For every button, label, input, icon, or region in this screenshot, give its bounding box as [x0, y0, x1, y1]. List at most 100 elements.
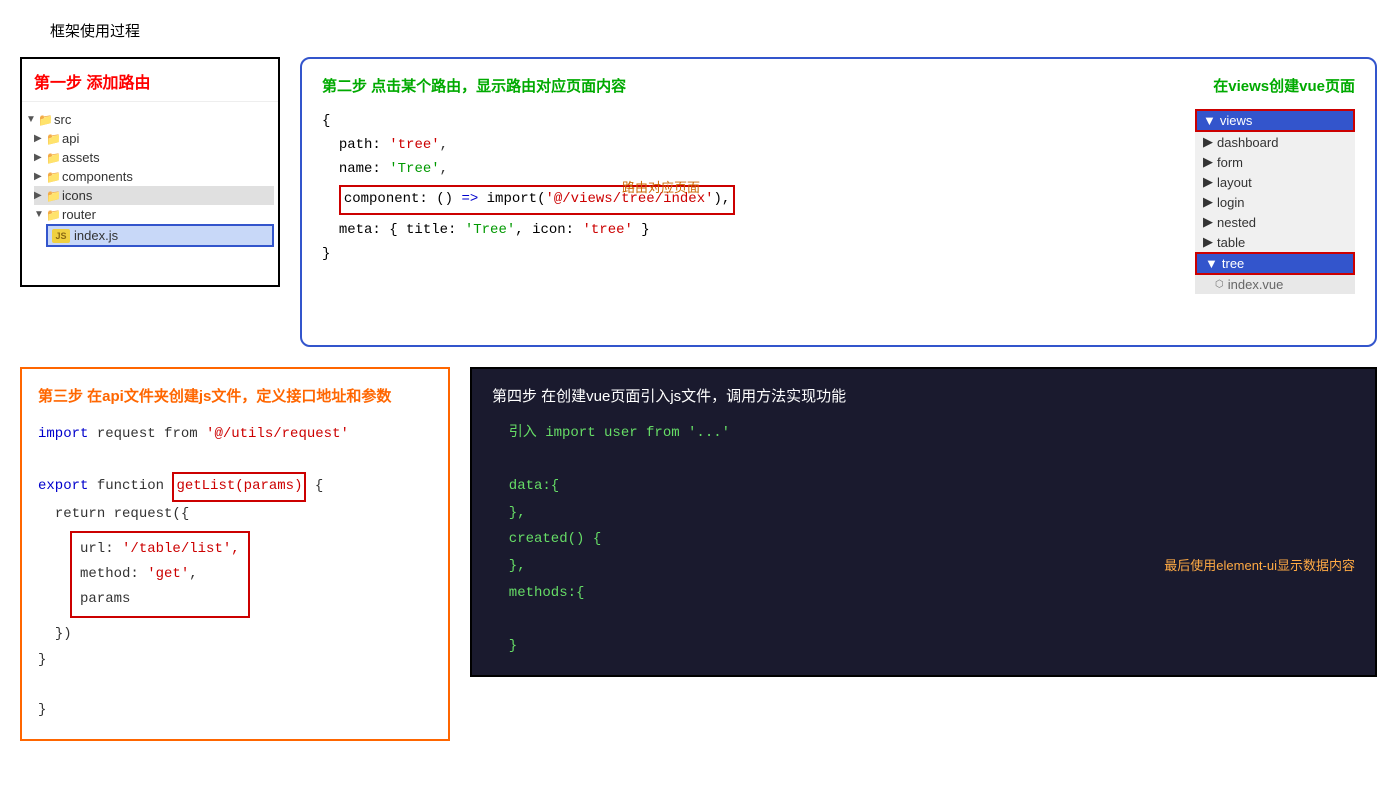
views-item-table[interactable]: ▶ table	[1195, 232, 1355, 252]
s4-methods-close: }	[492, 638, 517, 654]
s3-import-line: import request from '@/utils/request'	[38, 422, 432, 447]
form-arrow: ▶	[1203, 154, 1213, 170]
vue-icon: ⬡	[1215, 279, 1224, 290]
form-label: form	[1217, 155, 1243, 170]
s4-data-close: },	[492, 505, 526, 521]
views-item-form[interactable]: ▶ form	[1195, 152, 1355, 172]
step2-annotation: 路由对应页面	[622, 177, 735, 202]
views-item-layout[interactable]: ▶ layout	[1195, 172, 1355, 192]
method-line: method: 'get',	[80, 562, 240, 587]
table-arrow: ▶	[1203, 234, 1213, 250]
views-item-login[interactable]: ▶ login	[1195, 192, 1355, 212]
s4-line-methods-close: }	[492, 633, 1355, 660]
step1-box: 第一步 添加路由 ▼ 📁 src ▶ 📁 api ▶ 📁	[20, 57, 280, 287]
s4-import-text: 引入 import user from '...'	[492, 425, 730, 441]
tree-item-components[interactable]: ▶ 📁 components	[34, 167, 274, 186]
step4-box: 第四步 在创建vue页面引入js文件，调用方法实现功能 引入 import us…	[470, 367, 1377, 677]
views-arrow-icon: ▼	[1203, 113, 1216, 128]
dashboard-arrow: ▶	[1203, 134, 1213, 150]
folder-router-icon: 📁	[46, 208, 62, 222]
step3-box: 第三步 在api文件夹创建js文件，定义接口地址和参数 import reque…	[20, 367, 450, 741]
page-title: 框架使用过程	[50, 20, 1377, 41]
arrow-components: ▶	[34, 171, 46, 182]
tree-item-assets[interactable]: ▶ 📁 assets	[34, 148, 274, 167]
folder-api-icon: 📁	[46, 132, 62, 146]
layout-arrow: ▶	[1203, 174, 1213, 190]
s3-close1: })	[38, 622, 432, 647]
params-line: params	[80, 587, 240, 612]
code-line-path: path: 'tree',	[322, 134, 735, 158]
file-tree: ▼ 📁 src ▶ 📁 api ▶ 📁 assets	[22, 102, 278, 255]
nested-label: nested	[1217, 215, 1256, 230]
tree-item-icons[interactable]: ▶ 📁 icons	[34, 186, 274, 205]
tree-item-router[interactable]: ▼ 📁 router	[34, 205, 274, 224]
views-item-dashboard[interactable]: ▶ dashboard	[1195, 132, 1355, 152]
table-label: table	[1217, 235, 1245, 250]
tree-item-src[interactable]: ▼ 📁 src	[26, 110, 274, 129]
js-file-icon: JS	[52, 229, 70, 243]
func-highlight: getList(params)	[172, 472, 306, 501]
s4-created-text: created() {	[492, 531, 601, 547]
step3-title: 第三步 在api文件夹创建js文件，定义接口地址和参数	[38, 385, 432, 406]
login-arrow: ▶	[1203, 194, 1213, 210]
s4-line-import: 引入 import user from '...'	[492, 420, 1355, 447]
api-label: api	[62, 131, 79, 146]
url-block-content: url: '/table/list', method: 'get', param…	[70, 531, 250, 619]
step2-header: 第二步 点击某个路由，显示路由对应页面内容 在views创建vue页面	[322, 75, 1355, 96]
views-item-tree[interactable]: ▼ tree	[1195, 252, 1355, 275]
tree-label-views: tree	[1222, 256, 1244, 271]
s3-url-block: url: '/table/list', method: 'get', param…	[54, 531, 432, 619]
annotation-text: 路由对应页面	[622, 180, 700, 195]
s4-data-text: data:{	[492, 478, 559, 494]
step4-title: 第四步 在创建vue页面引入js文件，调用方法实现功能	[492, 385, 1355, 406]
views-item-indexvue[interactable]: ⬡ index.vue	[1195, 275, 1355, 294]
step4-code: 引入 import user from '...' data:{ }, crea…	[492, 420, 1355, 659]
url-path: table/list	[139, 541, 223, 557]
s4-annotation: 最后使用element-ui显示数据内容	[1164, 554, 1355, 579]
arrow-icons: ▶	[34, 190, 46, 201]
views-item-nested[interactable]: ▶ nested	[1195, 212, 1355, 232]
s3-return-line: return request({	[38, 502, 432, 527]
folder-src-icon: 📁	[38, 113, 54, 127]
s4-line-methods: methods:{	[492, 580, 1355, 607]
s4-line-data-close: },	[492, 500, 1355, 527]
folder-assets-icon: 📁	[46, 151, 62, 165]
views-folder[interactable]: ▼ views	[1195, 109, 1355, 132]
arrow-assets: ▶	[34, 152, 46, 163]
tree-item-indexjs[interactable]: JS index.js	[46, 224, 274, 247]
s4-methods-text: methods:{	[492, 585, 584, 601]
s4-line-created: created() {	[492, 526, 1355, 553]
row-1: 第一步 添加路由 ▼ 📁 src ▶ 📁 api ▶ 📁	[20, 57, 1377, 347]
assets-label: assets	[62, 150, 100, 165]
arrow-src: ▼	[26, 114, 38, 125]
s4-created-close: },	[492, 553, 526, 580]
s4-line-data: data:{	[492, 473, 1355, 500]
icons-label: icons	[62, 188, 92, 203]
step2-code: { path: 'tree', name: 'Tree', component:…	[322, 110, 735, 202]
folder-icons-icon: 📁	[46, 189, 62, 203]
code-line-open: {	[322, 110, 735, 134]
arrow-api: ▶	[34, 133, 46, 144]
s3-close3: }	[38, 698, 432, 723]
row-2: 第三步 在api文件夹创建js文件，定义接口地址和参数 import reque…	[20, 367, 1377, 741]
indexjs-label: index.js	[74, 228, 118, 243]
code-line-meta-wrap: meta: { title: 'Tree', icon: 'tree' }	[322, 219, 735, 243]
url-line: url: '/table/list',	[80, 537, 240, 562]
views-tree: ▼ views ▶ dashboard ▶ form ▶ layout	[1195, 109, 1355, 294]
export-keyword: export	[38, 478, 88, 494]
step2-subtitle: 在views创建vue页面	[1213, 75, 1355, 96]
s4-created-close-row: }, 最后使用element-ui显示数据内容	[492, 553, 1355, 580]
dashboard-label: dashboard	[1217, 135, 1278, 150]
components-label: components	[62, 169, 133, 184]
import-keyword: import	[38, 426, 88, 442]
src-label: src	[54, 112, 71, 127]
login-label: login	[1217, 195, 1244, 210]
tree-item-api[interactable]: ▶ 📁 api	[34, 129, 274, 148]
folder-components-icon: 📁	[46, 170, 62, 184]
indexvue-label: index.vue	[1228, 277, 1284, 292]
router-label: router	[62, 207, 96, 222]
s3-close2: }	[38, 648, 432, 673]
arrow-router: ▼	[34, 209, 46, 220]
nested-arrow: ▶	[1203, 214, 1213, 230]
code-line-meta: meta: { title: 'Tree', icon: 'tree' }	[322, 219, 735, 243]
